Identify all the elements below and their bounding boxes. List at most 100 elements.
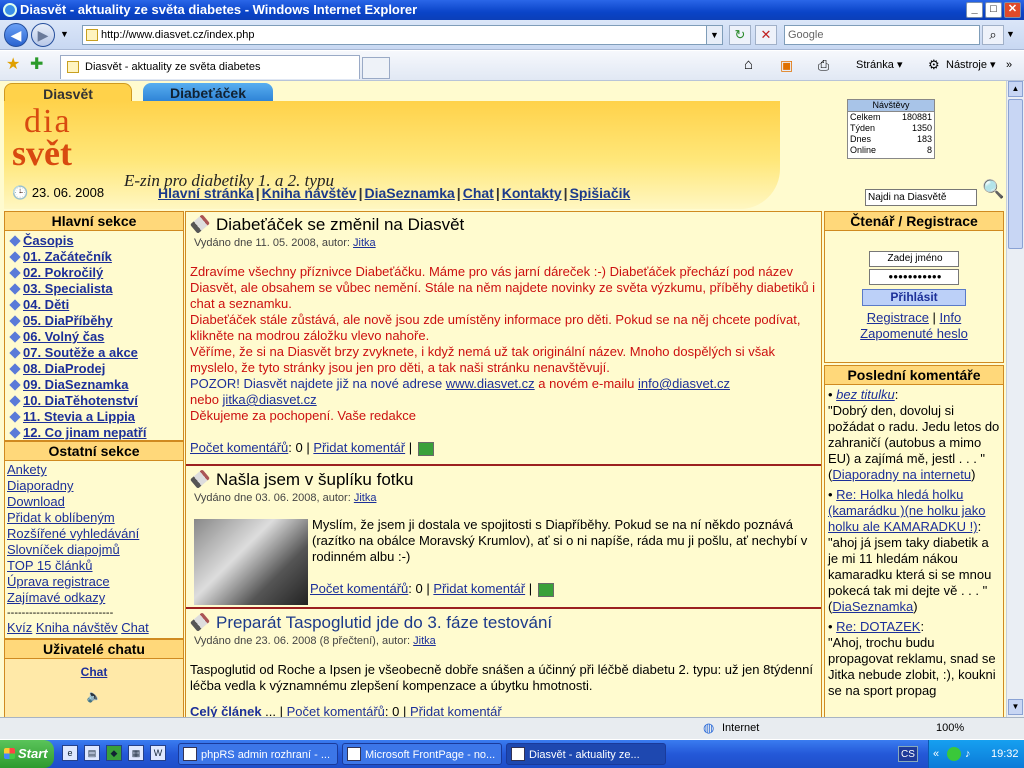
- section-link[interactable]: 06. Volný čas: [9, 329, 179, 345]
- email-link-2[interactable]: jitka@diasvet.cz: [223, 392, 317, 407]
- password-input[interactable]: ●●●●●●●●●●●: [869, 269, 959, 285]
- close-button[interactable]: ✕: [1004, 2, 1021, 18]
- tray-expand-icon[interactable]: «: [933, 740, 939, 768]
- tray-app-icon[interactable]: [947, 747, 961, 761]
- print-article-icon[interactable]: [537, 582, 554, 597]
- email-link[interactable]: info@diasvet.cz: [638, 376, 730, 391]
- tab-diabetacek[interactable]: Diabeťáček: [143, 83, 273, 103]
- scroll-thumb[interactable]: [1008, 99, 1023, 249]
- search-input[interactable]: Google: [784, 25, 980, 45]
- menu-guestbook[interactable]: Kniha návštěv: [262, 185, 357, 201]
- browser-tab-active[interactable]: Diasvět - aktuality ze světa diabetes: [60, 55, 360, 79]
- other-link[interactable]: TOP 15 článků: [7, 558, 181, 574]
- word-quicklaunch-icon[interactable]: W: [150, 745, 166, 761]
- scroll-down-icon[interactable]: ▼: [1008, 699, 1023, 715]
- add-comment-link[interactable]: Přidat komentář: [410, 704, 502, 717]
- start-button[interactable]: Start: [0, 740, 54, 768]
- forward-button[interactable]: ▶: [31, 23, 55, 47]
- language-indicator[interactable]: CS: [898, 746, 918, 762]
- chat-link[interactable]: Chat: [121, 620, 148, 635]
- search-button[interactable]: ⌕: [982, 25, 1004, 45]
- ie-quicklaunch-icon[interactable]: e: [62, 745, 78, 761]
- tools-menu[interactable]: Nástroje ▾: [946, 57, 996, 73]
- folder-quicklaunch-icon[interactable]: ▤: [84, 745, 100, 761]
- menu-chat[interactable]: Chat: [463, 185, 494, 201]
- other-link[interactable]: Zajímavé odkazy: [7, 590, 181, 606]
- search-options-icon[interactable]: ▼: [1006, 29, 1015, 39]
- taskbar-item[interactable]: Microsoft FrontPage - no...: [342, 743, 502, 765]
- section-link[interactable]: 03. Specialista: [9, 281, 179, 297]
- desktop-quicklaunch-icon[interactable]: ▦: [128, 745, 144, 761]
- refresh-button[interactable]: ↻: [729, 25, 751, 45]
- history-dropdown-icon[interactable]: ▼: [60, 29, 69, 39]
- author-link[interactable]: Jitka: [353, 237, 376, 249]
- other-link[interactable]: Diaporadny: [7, 478, 181, 494]
- add-comment-link[interactable]: Přidat komentář: [433, 581, 525, 596]
- address-dropdown-icon[interactable]: ▼: [706, 26, 722, 44]
- stop-button[interactable]: ✕: [755, 25, 777, 45]
- article-photo[interactable]: [194, 519, 308, 605]
- author-link[interactable]: Jitka: [354, 492, 377, 504]
- print-icon[interactable]: ⎙: [818, 57, 829, 73]
- full-article-link[interactable]: Celý článek: [190, 704, 262, 717]
- article-title[interactable]: Preparát Taspoglutid jde do 3. fáze test…: [216, 613, 552, 632]
- favorites-star-icon[interactable]: ★: [6, 57, 20, 73]
- section-link[interactable]: 11. Stevia a Lippia: [9, 409, 179, 425]
- print-article-icon[interactable]: [417, 441, 434, 456]
- other-link[interactable]: Download: [7, 494, 181, 510]
- tab-diasvet[interactable]: Diasvět: [4, 83, 132, 103]
- other-link[interactable]: Rozšířené vyhledávání: [7, 526, 181, 542]
- site-logo[interactable]: dia svět: [12, 105, 108, 177]
- menu-diaseznamka[interactable]: DiaSeznamka: [365, 185, 455, 201]
- section-link[interactable]: 10. DiaTěhotenství: [9, 393, 179, 409]
- section-link[interactable]: 02. Pokročilý: [9, 265, 179, 281]
- new-tab-button[interactable]: [362, 57, 390, 79]
- guestbook-link[interactable]: Kniha návštěv: [36, 620, 118, 635]
- volume-icon[interactable]: ♪: [965, 740, 971, 768]
- article-title[interactable]: Diabeťáček se změnil na Diasvět: [216, 215, 464, 234]
- chat-users-link[interactable]: Chat: [81, 665, 108, 679]
- section-link[interactable]: 04. Děti: [9, 297, 179, 313]
- author-link[interactable]: Jitka: [413, 635, 436, 647]
- other-link[interactable]: Slovníček diapojmů: [7, 542, 181, 558]
- info-link[interactable]: Info: [940, 310, 962, 325]
- section-link[interactable]: Časopis: [9, 233, 179, 249]
- home-icon[interactable]: ⌂: [744, 57, 753, 73]
- forgot-password-link[interactable]: Zapomenuté heslo: [860, 326, 968, 341]
- page-menu[interactable]: Stránka ▾: [856, 57, 903, 73]
- comment-title-link[interactable]: Re: DOTAZEK: [836, 619, 920, 634]
- maximize-button[interactable]: □: [985, 2, 1002, 18]
- section-link[interactable]: 08. DiaProdej: [9, 361, 179, 377]
- username-input[interactable]: Zadej jméno: [869, 251, 959, 267]
- other-link[interactable]: Ankety: [7, 462, 181, 478]
- scroll-up-icon[interactable]: ▲: [1008, 81, 1023, 97]
- magnifier-icon[interactable]: 🔍: [982, 179, 1004, 200]
- comment-source-link[interactable]: DiaSeznamka: [832, 599, 913, 614]
- section-link[interactable]: 05. DiaPříběhy: [9, 313, 179, 329]
- taskbar-item[interactable]: phpRS admin rozhraní - ...: [178, 743, 338, 765]
- article-title[interactable]: Našla jsem v šuplíku fotku: [216, 470, 413, 489]
- address-bar[interactable]: http://www.diasvet.cz/index.php ▼: [82, 25, 723, 45]
- login-button[interactable]: Přihlásit: [862, 289, 966, 306]
- add-favorite-icon[interactable]: ✚: [30, 57, 43, 73]
- feeds-icon[interactable]: ▣: [780, 57, 793, 73]
- vertical-scrollbar[interactable]: ▲ ▼: [1006, 81, 1024, 717]
- comments-count-link[interactable]: Počet komentářů: [190, 440, 288, 455]
- other-link[interactable]: Úprava registrace: [7, 574, 181, 590]
- site-search-input[interactable]: Najdi na Diasvětě: [865, 189, 977, 206]
- section-link[interactable]: 09. DiaSeznamka: [9, 377, 179, 393]
- add-comment-link[interactable]: Přidat komentář: [313, 440, 405, 455]
- comment-source-link[interactable]: Diaporadny na internetu: [832, 467, 971, 482]
- section-link[interactable]: 01. Začátečník: [9, 249, 179, 265]
- minimize-button[interactable]: _: [966, 2, 983, 18]
- zoom-level[interactable]: 100%: [936, 718, 964, 738]
- comment-title-link[interactable]: bez titulku: [836, 387, 895, 402]
- toolbar-overflow-icon[interactable]: »: [1006, 57, 1012, 73]
- section-link[interactable]: 07. Soutěže a akce: [9, 345, 179, 361]
- taskbar-item-active[interactable]: Diasvět - aktuality ze...: [506, 743, 666, 765]
- menu-contacts[interactable]: Kontakty: [502, 185, 562, 201]
- section-link[interactable]: 12. Co jinam nepatří: [9, 425, 179, 441]
- app-quicklaunch-icon[interactable]: ◆: [106, 745, 122, 761]
- comments-count-link[interactable]: Počet komentářů: [287, 704, 385, 717]
- menu-spisiacik[interactable]: Spišiačik: [570, 185, 631, 201]
